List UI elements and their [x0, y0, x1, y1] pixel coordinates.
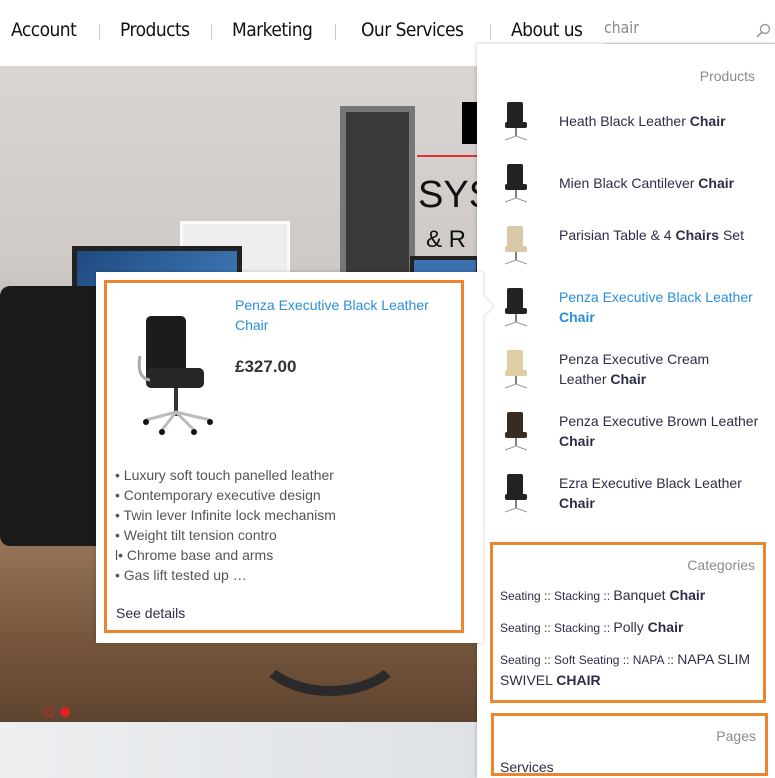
categories-section-title: Categories — [687, 557, 755, 573]
product-result-item[interactable]: Heath Black Leather Chair — [477, 90, 775, 152]
feature-item: l• Chrome base and arms — [115, 547, 274, 563]
category-name: Polly Chair — [613, 619, 684, 635]
category-path: Seating :: Stacking :: — [500, 589, 614, 603]
product-result-item[interactable]: Penza Executive Cream Leather Chair — [477, 338, 775, 400]
hero-subtitle: & R — [426, 226, 467, 253]
divider — [335, 24, 336, 40]
divider — [211, 24, 212, 40]
product-result-name: Ezra Executive Black Leather Chair — [559, 475, 742, 511]
product-thumbnail — [504, 350, 528, 389]
product-result-item[interactable]: Ezra Executive Black Leather Chair — [477, 462, 775, 524]
feature-item: • Weight tilt tension contro — [115, 527, 277, 543]
product-preview-card: Penza Executive Black Leather Chair £327… — [104, 280, 464, 633]
product-thumbnail — [504, 474, 528, 513]
product-result-name: Penza Executive Black Leather Chair — [559, 289, 753, 325]
divider — [99, 24, 100, 40]
category-result-item[interactable]: Seating :: Stacking :: Polly Chair — [500, 617, 760, 638]
hero-accent-line — [417, 155, 480, 157]
feature-item: • Contemporary executive design — [115, 487, 321, 503]
product-thumbnail — [504, 164, 528, 203]
product-result-item[interactable]: Parisian Table & 4 Chairs Set — [477, 214, 775, 276]
products-section-title: Products — [699, 68, 755, 84]
nav-marketing[interactable]: Marketing — [232, 19, 313, 41]
categories-section: Categories Seating :: Stacking :: Banque… — [490, 542, 766, 703]
search-icon[interactable] — [755, 23, 771, 39]
product-result-name: Penza Executive Brown Leather Chair — [559, 413, 759, 449]
search-box — [604, 18, 775, 44]
product-name-link[interactable]: Penza Executive Black Leather Chair — [235, 295, 450, 335]
feature-item: • Gas lift tested up … — [115, 567, 247, 583]
search-results-dropdown: Products Heath Black Leather Chair Mien B… — [477, 44, 775, 778]
hero-chair — [0, 286, 110, 546]
pages-section: Pages Services — [491, 713, 768, 776]
page-section — [0, 722, 480, 778]
category-path: Seating :: Stacking :: — [500, 621, 614, 635]
category-path: Seating :: Soft Seating :: NAPA :: — [500, 653, 678, 667]
product-result-name: Mien Black Cantilever Chair — [559, 175, 735, 191]
category-result-item[interactable]: Seating :: Soft Seating :: NAPA :: NAPA … — [500, 649, 760, 691]
pages-section-title: Pages — [716, 728, 756, 744]
product-result-name: Penza Executive Cream Leather Chair — [559, 351, 710, 387]
category-name: Banquet Chair — [613, 587, 706, 603]
product-preview-popup: Penza Executive Black Leather Chair £327… — [96, 272, 493, 643]
product-result-name: Heath Black Leather Chair — [559, 113, 726, 129]
nav-account[interactable]: Account — [11, 19, 77, 41]
carousel-dot-1[interactable] — [44, 707, 54, 717]
feature-item: • Twin lever Infinite lock mechanism — [115, 507, 336, 523]
product-thumbnail — [504, 288, 528, 327]
product-features: • Luxury soft touch panelled leather • Co… — [115, 465, 336, 585]
nav-our-services[interactable]: Our Services — [361, 19, 464, 41]
product-image[interactable] — [132, 308, 222, 443]
page-result-services[interactable]: Services — [500, 759, 554, 775]
feature-item: • Luxury soft touch panelled leather — [115, 467, 334, 483]
product-result-item[interactable]: Penza Executive Black Leather Chair — [477, 276, 775, 338]
category-result-item[interactable]: Seating :: Stacking :: Banquet Chair — [500, 585, 760, 606]
search-input[interactable] — [604, 18, 728, 37]
see-details-link[interactable]: See details — [116, 605, 185, 621]
carousel-dot-2-active[interactable] — [60, 707, 70, 717]
hero-title: SYS — [418, 174, 480, 216]
product-thumbnail — [504, 412, 528, 451]
product-thumbnail — [504, 226, 528, 265]
nav-about-us[interactable]: About us — [511, 19, 583, 41]
product-result-item[interactable]: Penza Executive Brown Leather Chair — [477, 400, 775, 462]
nav-products[interactable]: Products — [120, 19, 190, 41]
product-result-item[interactable]: Mien Black Cantilever Chair — [477, 152, 775, 214]
product-thumbnail — [504, 102, 528, 141]
product-result-name: Parisian Table & 4 Chairs Set — [559, 227, 744, 243]
divider — [490, 24, 491, 40]
product-price: £327.00 — [235, 357, 297, 376]
